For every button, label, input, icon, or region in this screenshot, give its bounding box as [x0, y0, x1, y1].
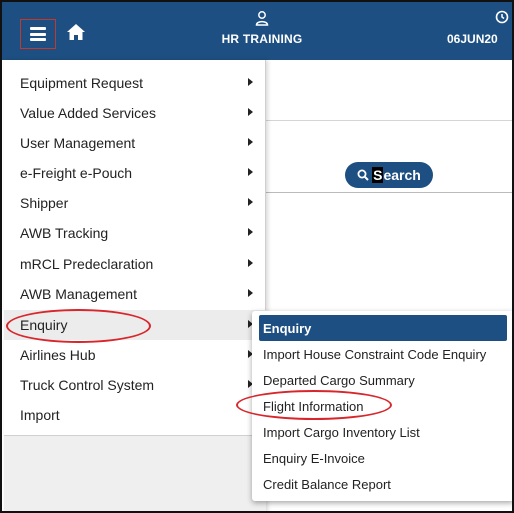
user-info: HR TRAINING [187, 10, 337, 46]
menu-item-mrcl-predeclaration[interactable]: mRCL Predeclaration [4, 249, 266, 279]
menu-item-value-added-services[interactable]: Value Added Services [4, 98, 266, 128]
submenu-item-departed-cargo-summary[interactable]: Departed Cargo Summary [252, 367, 512, 393]
menu-item-equipment-request[interactable]: Equipment Request [4, 68, 266, 98]
menu-footer [4, 436, 266, 511]
enquiry-submenu: Enquiry Import House Constraint Code Enq… [252, 311, 512, 501]
submenu-item-label: Import Cargo Inventory List [263, 424, 420, 440]
clock-icon [495, 10, 509, 24]
menu-item-import[interactable]: Import [4, 400, 266, 430]
header-date: 06JUN20 [447, 32, 498, 46]
search-button[interactable]: Search [345, 162, 433, 188]
menu-item-label: Shipper [20, 195, 69, 211]
submenu-item-credit-balance-report[interactable]: Credit Balance Report [252, 471, 512, 497]
submenu-item-import-house-constraint-code-enquiry[interactable]: Import House Constraint Code Enquiry [252, 341, 512, 367]
chevron-right-icon [248, 228, 253, 236]
menu-item-label: Truck Control System [20, 377, 155, 393]
menu-item-label: Import [20, 407, 60, 423]
chevron-right-icon [248, 259, 253, 267]
chevron-right-icon [248, 138, 253, 146]
date-info: 06JUN20 [447, 10, 512, 46]
hamburger-menu-icon[interactable] [20, 19, 56, 49]
search-label-first: S [372, 167, 384, 183]
menu-item-truck-control-system[interactable]: Truck Control System [4, 370, 266, 400]
menu-item-label: AWB Tracking [20, 225, 109, 241]
header-title: HR TRAINING [221, 32, 303, 46]
submenu-item-label: Import House Constraint Code Enquiry [263, 346, 487, 362]
chevron-right-icon [248, 78, 253, 86]
submenu-item-flight-information[interactable]: Flight Information [252, 393, 512, 419]
menu-item-label: AWB Management [20, 286, 137, 302]
submenu-item-label: Enquiry E-Invoice [263, 450, 365, 466]
search-icon [357, 169, 369, 181]
home-icon[interactable] [66, 22, 86, 42]
chevron-right-icon [248, 108, 253, 116]
menu-item-shipper[interactable]: Shipper [4, 188, 266, 218]
submenu-item-enquiry-e-invoice[interactable]: Enquiry E-Invoice [252, 445, 512, 471]
submenu-item-label: Departed Cargo Summary [263, 372, 415, 388]
menu-item-label: User Management [20, 135, 136, 151]
menu-item-label: Value Added Services [20, 105, 156, 121]
chevron-right-icon [248, 168, 253, 176]
menu-item-airlines-hub[interactable]: Airlines Hub [4, 340, 266, 370]
user-icon [255, 11, 269, 26]
menu-item-label: Airlines Hub [20, 347, 96, 363]
menu-item-e-freight-e-pouch[interactable]: e-Freight e-Pouch [4, 158, 266, 188]
submenu-item-label: Flight Information [263, 398, 364, 414]
top-header: HR TRAINING 06JUN20 [2, 2, 512, 60]
submenu-item-import-cargo-inventory-list[interactable]: Import Cargo Inventory List [252, 419, 512, 445]
chevron-right-icon [248, 289, 253, 297]
submenu-item-label: Credit Balance Report [263, 476, 391, 492]
menu-item-user-management[interactable]: User Management [4, 128, 266, 158]
submenu-item-label: Enquiry [263, 320, 312, 336]
menu-item-awb-tracking[interactable]: AWB Tracking [4, 218, 266, 248]
app-frame: HR TRAINING 06JUN20 Search Equipment Req… [0, 0, 514, 513]
menu-item-label: Enquiry [20, 317, 68, 333]
main-menu: Equipment Request Value Added Services U… [4, 60, 266, 511]
menu-item-label: Equipment Request [20, 75, 143, 91]
chevron-right-icon [248, 198, 253, 206]
menu-item-enquiry[interactable]: Enquiry [4, 310, 266, 340]
content-divider [266, 192, 512, 193]
submenu-header-enquiry[interactable]: Enquiry [259, 315, 507, 341]
menu-item-label: e-Freight e-Pouch [20, 165, 133, 181]
search-label-rest: earch [383, 167, 421, 183]
menu-item-label: mRCL Predeclaration [20, 256, 154, 272]
menu-item-awb-management[interactable]: AWB Management [4, 279, 266, 309]
content-divider [266, 120, 512, 121]
